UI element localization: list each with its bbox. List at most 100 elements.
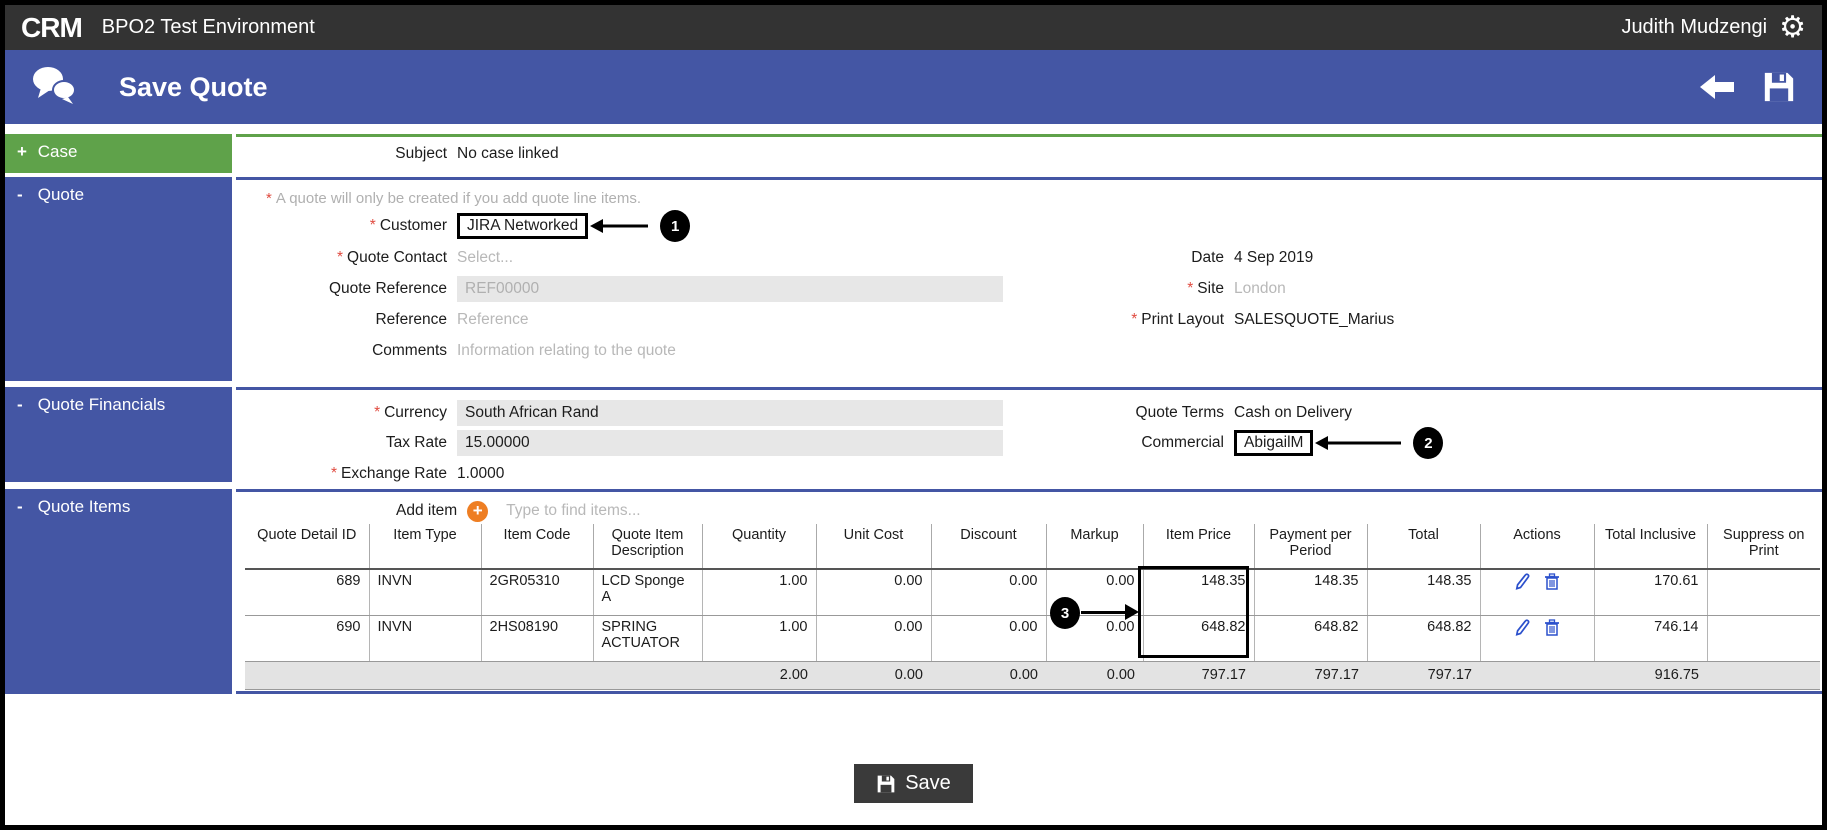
section-quote: - Quote * A quote will only be created i… bbox=[5, 177, 1822, 381]
annotation-arrow-2 bbox=[1315, 436, 1402, 450]
table-header-row: Quote Detail ID Item Type Item Code Quot… bbox=[245, 524, 1820, 570]
crm-save-quote-page: CRM BPO2 Test Environment Judith Mudzeng… bbox=[0, 0, 1827, 830]
section-body-quote-items: Add item + Quote Detail ID Item Typ bbox=[236, 489, 1822, 694]
col-item-code: Item Code bbox=[480, 524, 593, 570]
form-sections: + Case Subject No case linked - Quote * … bbox=[5, 134, 1822, 694]
col-suppress-on-print: Suppress on Print bbox=[1706, 524, 1820, 570]
user-name[interactable]: Judith Mudzengi bbox=[1621, 16, 1767, 39]
cell-description: SPRING ACTUATOR bbox=[592, 615, 702, 662]
col-description: Quote Item Description bbox=[592, 524, 702, 570]
comments-label: Comments bbox=[372, 341, 447, 359]
date-value[interactable]: 4 Sep 2019 bbox=[1234, 249, 1313, 266]
currency-field[interactable]: South African Rand bbox=[457, 399, 1003, 426]
collapse-icon[interactable]: - bbox=[17, 395, 33, 415]
top-bar: CRM BPO2 Test Environment Judith Mudzeng… bbox=[5, 5, 1822, 50]
site-label: * Site bbox=[1187, 279, 1224, 297]
quote-reference-field[interactable]: REF00000 bbox=[457, 275, 1003, 302]
print-layout-value[interactable]: SALESQUOTE_Marius bbox=[1234, 311, 1394, 328]
tax-rate-field[interactable]: 15.00000 bbox=[457, 430, 1003, 456]
section-title-quote-items: Quote Items bbox=[37, 497, 131, 516]
annotation-arrow-1 bbox=[590, 219, 649, 233]
cell-item-code: 2HS08190 bbox=[480, 615, 593, 662]
col-quantity: Quantity bbox=[701, 524, 816, 570]
section-body-quote: * A quote will only be created if you ad… bbox=[236, 177, 1822, 381]
col-payment-per-period: Payment per Period bbox=[1253, 524, 1367, 570]
cell-description: LCD Sponge A bbox=[592, 569, 702, 616]
section-title-case: Case bbox=[37, 142, 78, 161]
cell-payment-per-period: 648.82 bbox=[1253, 615, 1367, 662]
section-header-quote-items[interactable]: - Quote Items bbox=[5, 489, 232, 694]
section-title-quote-financials: Quote Financials bbox=[37, 395, 166, 414]
site-value[interactable]: London bbox=[1234, 280, 1286, 297]
annotation-arrow-3 bbox=[1081, 611, 1127, 614]
add-item-plus-icon[interactable]: + bbox=[467, 500, 489, 522]
section-case: + Case Subject No case linked bbox=[5, 134, 1822, 173]
quote-items-table: Quote Detail ID Item Type Item Code Quot… bbox=[245, 524, 1820, 690]
section-quote-financials: - Quote Financials * Currency South Afric… bbox=[5, 387, 1822, 482]
quote-contact-field[interactable]: Select... bbox=[457, 249, 513, 267]
commercial-label: Commercial bbox=[1141, 434, 1224, 451]
col-item-type: Item Type bbox=[368, 524, 481, 570]
chat-icon[interactable] bbox=[31, 65, 77, 110]
total-total: 797.17 bbox=[1367, 661, 1480, 690]
section-quote-items: - Quote Items Add item + Type to find it… bbox=[5, 489, 1822, 694]
cell-suppress[interactable] bbox=[1706, 569, 1820, 616]
save-floppy-icon bbox=[876, 774, 896, 794]
customer-field[interactable]: JIRA Networked bbox=[457, 213, 589, 239]
annotation-arrowhead-3 bbox=[1125, 604, 1139, 620]
collapse-icon[interactable]: - bbox=[17, 185, 33, 205]
cell-total-inclusive: 170.61 bbox=[1593, 569, 1707, 616]
cell-total: 648.82 bbox=[1366, 615, 1480, 662]
tax-rate-label: Tax Rate bbox=[385, 434, 447, 451]
customer-label: * Customer bbox=[369, 217, 447, 234]
cell-discount: 0.00 bbox=[930, 615, 1046, 662]
cell-quantity: 1.00 bbox=[701, 615, 816, 662]
expand-icon[interactable]: + bbox=[17, 142, 33, 162]
total-payment-per-period: 797.17 bbox=[1254, 661, 1367, 690]
currency-label: * Currency bbox=[374, 403, 447, 421]
cell-total: 148.35 bbox=[1366, 569, 1480, 616]
subject-value: No case linked bbox=[457, 145, 559, 162]
section-body-quote-financials: * Currency South African Rand Quote Terms… bbox=[236, 387, 1822, 482]
commercial-field[interactable]: AbigailM bbox=[1234, 430, 1314, 456]
page-title: Save Quote bbox=[119, 71, 268, 102]
save-button-label: Save bbox=[905, 772, 951, 794]
back-arrow-icon[interactable] bbox=[1700, 73, 1736, 101]
delete-trash-icon[interactable] bbox=[1544, 573, 1560, 594]
quote-terms-value[interactable]: Cash on Delivery bbox=[1234, 404, 1352, 421]
save-button[interactable]: Save bbox=[854, 764, 973, 803]
title-bar: Save Quote bbox=[5, 50, 1822, 124]
annotation-badge-3: 3 bbox=[1050, 597, 1080, 629]
col-unit-cost: Unit Cost bbox=[815, 524, 931, 570]
delete-trash-icon[interactable] bbox=[1544, 618, 1560, 640]
required-asterisk: * bbox=[266, 189, 272, 207]
section-header-quote[interactable]: - Quote bbox=[5, 177, 232, 381]
section-header-case[interactable]: + Case bbox=[5, 134, 232, 173]
comments-field[interactable]: Information relating to the quote bbox=[457, 342, 676, 360]
gear-icon[interactable]: ⚙ bbox=[1779, 12, 1806, 43]
cell-detail-id: 690 bbox=[245, 615, 369, 662]
exchange-rate-value[interactable]: 1.0000 bbox=[457, 465, 504, 483]
col-actions: Actions bbox=[1479, 524, 1594, 570]
total-unit-cost: 0.00 bbox=[816, 661, 931, 690]
collapse-icon[interactable]: - bbox=[17, 497, 33, 517]
section-header-quote-financials[interactable]: - Quote Financials bbox=[5, 387, 232, 482]
section-title-quote: Quote bbox=[37, 185, 85, 204]
cell-unit-cost: 0.00 bbox=[815, 615, 931, 662]
total-total-inclusive: 916.75 bbox=[1594, 661, 1707, 690]
edit-pencil-icon[interactable] bbox=[1514, 618, 1535, 640]
find-items-input[interactable] bbox=[504, 501, 825, 521]
col-markup: Markup bbox=[1045, 524, 1143, 570]
cell-payment-per-period: 148.35 bbox=[1253, 569, 1367, 616]
date-label: Date bbox=[1191, 248, 1224, 266]
cell-item-type: INVN bbox=[368, 615, 481, 662]
print-layout-label: * Print Layout bbox=[1131, 310, 1224, 328]
quote-contact-label: * Quote Contact bbox=[337, 248, 447, 266]
quote-hint: * A quote will only be created if you ad… bbox=[266, 189, 642, 207]
cell-detail-id: 689 bbox=[245, 569, 369, 616]
environment-title: BPO2 Test Environment bbox=[101, 16, 315, 38]
cell-suppress[interactable] bbox=[1706, 615, 1820, 662]
reference-field[interactable]: Reference bbox=[457, 311, 529, 329]
edit-pencil-icon[interactable] bbox=[1514, 573, 1535, 594]
save-icon[interactable] bbox=[1762, 70, 1796, 104]
